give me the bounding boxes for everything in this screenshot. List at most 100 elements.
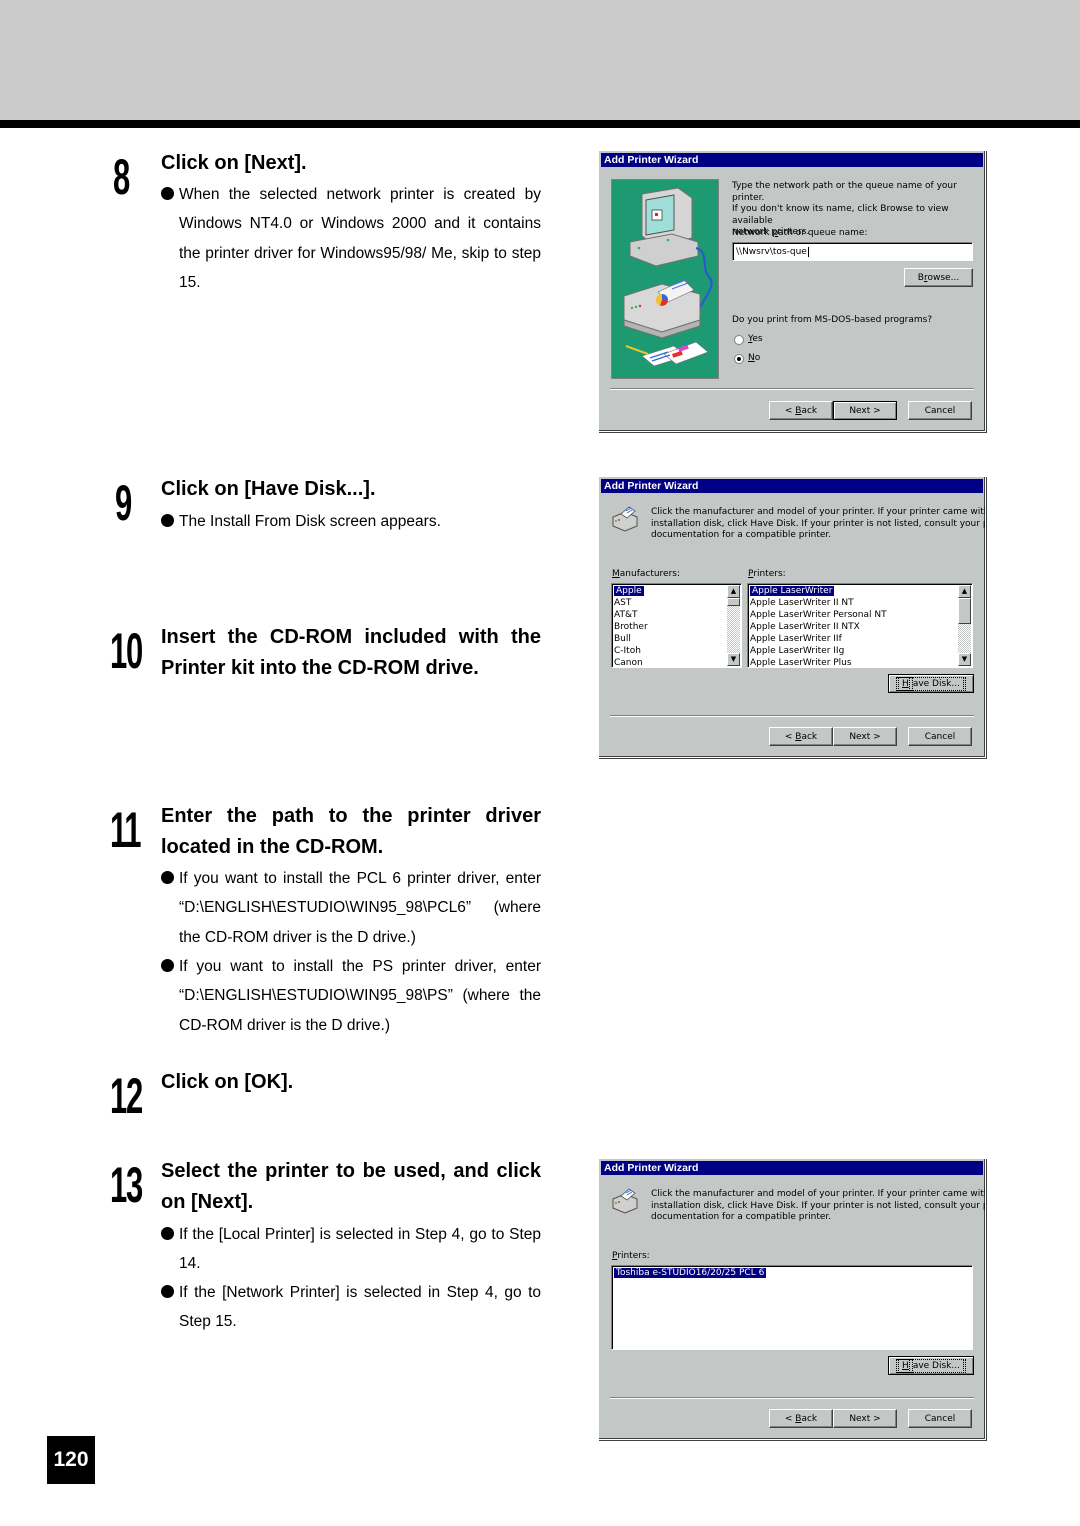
text-cursor (807, 247, 812, 257)
separator (610, 388, 974, 390)
printer-item-label: Apple LaserWriter IIf (750, 634, 842, 644)
bullet-text: If you want to install the PS printer dr… (179, 958, 541, 1034)
manufacturer-item[interactable]: Apple (612, 585, 741, 597)
bullet-icon (161, 1285, 174, 1298)
manufacturer-item[interactable]: C-Itoh (612, 645, 741, 657)
bullet-text: When the selected network printer is cre… (179, 186, 541, 292)
have-disk-button[interactable]: Have Disk... (888, 674, 974, 693)
computer-printer-illustration (611, 179, 719, 379)
browse-button[interactable]: Browse... (904, 268, 973, 287)
printer-item[interactable]: Apple LaserWriter IIg (748, 645, 972, 657)
cancel-button[interactable]: Cancel (908, 1409, 972, 1428)
back-button[interactable]: < Back (769, 1409, 833, 1428)
step-number-12: 12 (110, 1068, 143, 1124)
scroll-down-button[interactable]: ▼ (958, 653, 971, 666)
step-9-title: Click on [Have Disk...]. (161, 478, 376, 500)
printer-item-label: Apple LaserWriter II NT (750, 598, 854, 608)
step-11-bullet-2: If you want to install the PS printer dr… (161, 952, 541, 1040)
printer-item[interactable]: Apple LaserWriter IIf (748, 633, 972, 645)
step-13-bullet-2: If the [Network Printer] is selected in … (161, 1278, 541, 1337)
printer-item[interactable]: Apple LaserWriter (748, 585, 972, 597)
printer-item[interactable]: Apple LaserWriter II NT (748, 597, 972, 609)
cancel-button[interactable]: Cancel (908, 727, 972, 746)
step-11-bullet-1: If you want to install the PCL 6 printer… (161, 864, 541, 952)
bullet-text: If the [Local Printer] is selected in St… (179, 1226, 541, 1273)
add-printer-wizard-printer-select: Add Printer Wizard Click the manufacture… (598, 1158, 986, 1440)
step-number-11: 11 (110, 802, 142, 858)
manufacturer-item[interactable]: Bull (612, 633, 741, 645)
next-button[interactable]: Next > (833, 727, 897, 746)
manufacturer-item[interactable]: AT&T (612, 609, 741, 621)
radio-yes-label[interactable]: Yes (748, 334, 763, 346)
manufacturer-item-label: AT&T (614, 610, 638, 620)
manufacturer-item-label: Brother (614, 622, 648, 632)
step-13-bullet-1: If the [Local Printer] is selected in St… (161, 1220, 541, 1279)
back-button[interactable]: < Back (769, 401, 833, 420)
step-9-bullet: The Install From Disk screen appears. (161, 507, 541, 536)
cancel-button[interactable]: Cancel (908, 401, 972, 420)
instruction-text: Click the manufacturer and model of your… (651, 507, 985, 542)
instruction-line: installation disk, click Have Disk. If y… (651, 1200, 986, 1211)
instruction-line: documentation for a compatible printer. (651, 530, 832, 540)
scroll-thumb[interactable] (727, 598, 740, 606)
dialog-title-bar: Add Printer Wizard (601, 153, 983, 167)
next-button[interactable]: Next > (833, 1409, 897, 1428)
bullet-text: The Install From Disk screen appears. (179, 513, 441, 530)
dialog-title-bar: Add Printer Wizard (601, 479, 983, 493)
instruction-line: If you don't know its name, click Browse… (732, 204, 949, 226)
printers-label: Printers: (612, 1251, 650, 1261)
next-button[interactable]: Next > (833, 401, 897, 420)
printer-item-label: Apple LaserWriter IIg (750, 646, 845, 656)
printer-item[interactable]: Apple LaserWriter II NTX (748, 621, 972, 633)
manufacturer-item[interactable]: Canon (612, 657, 741, 668)
scroll-up-button[interactable]: ▲ (958, 585, 971, 598)
separator (610, 1397, 974, 1399)
scroll-down-button[interactable]: ▼ (727, 653, 740, 666)
add-printer-wizard-network-path: Add Printer Wizard Type the network path… (598, 150, 986, 432)
manufacturer-item-label: Canon (614, 658, 643, 668)
printers-listbox[interactable]: Apple LaserWriter Apple LaserWriter II NT… (747, 583, 973, 668)
step-number-13: 13 (110, 1157, 143, 1213)
printer-item-label: Apple LaserWriter (750, 586, 835, 596)
printers-scrollbar[interactable]: ▲ ▼ (958, 585, 971, 666)
bullet-icon (161, 959, 174, 972)
manufacturers-label: Manufacturers: (612, 569, 681, 579)
have-disk-button[interactable]: Have Disk... (888, 1356, 974, 1375)
instruction-line: Click the manufacturer and model of your… (651, 1189, 986, 1199)
back-button[interactable]: < Back (769, 727, 833, 746)
network-path-value: \\Nwsrv\tos-que (736, 247, 807, 257)
bullet-text: If the [Network Printer] is selected in … (179, 1284, 541, 1331)
step-8-title: Click on [Next]. (161, 152, 307, 174)
bullet-icon (161, 871, 174, 884)
radio-no[interactable] (734, 354, 744, 364)
step-13-title: Select the printer to be used, and click… (161, 1160, 541, 1213)
manufacturers-scrollbar[interactable]: ▲ ▼ (727, 585, 740, 666)
step-number-10: 10 (110, 623, 143, 679)
printer-item-label: Toshiba e-STUDIO16/20/25 PCL 6 (614, 1268, 767, 1278)
printer-item-label: Apple LaserWriter II NTX (750, 622, 860, 632)
separator (610, 715, 974, 717)
printer-item[interactable]: Apple LaserWriter Plus (748, 657, 972, 668)
printer-item-label: Apple LaserWriter Plus (750, 658, 852, 668)
scroll-thumb[interactable] (958, 598, 971, 624)
manufacturer-item[interactable]: Brother (612, 621, 741, 633)
manufacturers-listbox[interactable]: Apple AST AT&T Brother Bull C-Itoh Canon ▲ ▼ (611, 583, 742, 668)
add-printer-wizard-manufacturer: Add Printer Wizard Click the manufacture… (598, 476, 986, 758)
header-band (0, 0, 1080, 120)
header-rule (0, 120, 1080, 128)
step-number-8: 8 (113, 149, 130, 205)
bullet-text: If you want to install the PCL 6 printer… (179, 870, 541, 946)
bullet-icon (161, 1227, 174, 1240)
printer-item-label: Apple LaserWriter Personal NT (750, 610, 887, 620)
radio-no-label[interactable]: No (748, 353, 760, 365)
radio-yes[interactable] (734, 335, 744, 345)
printers-listbox[interactable]: Toshiba e-STUDIO16/20/25 PCL 6 (611, 1265, 973, 1350)
manufacturer-item[interactable]: AST (612, 597, 741, 609)
step-number-9: 9 (115, 475, 132, 531)
printer-item[interactable]: Apple LaserWriter Personal NT (748, 609, 972, 621)
network-path-label: Network path or queue name: (732, 228, 868, 238)
scroll-up-button[interactable]: ▲ (727, 585, 740, 598)
network-path-input[interactable]: \\Nwsrv\tos-que (732, 242, 973, 261)
printer-icon (612, 506, 638, 532)
printer-item[interactable]: Toshiba e-STUDIO16/20/25 PCL 6 (612, 1267, 972, 1279)
